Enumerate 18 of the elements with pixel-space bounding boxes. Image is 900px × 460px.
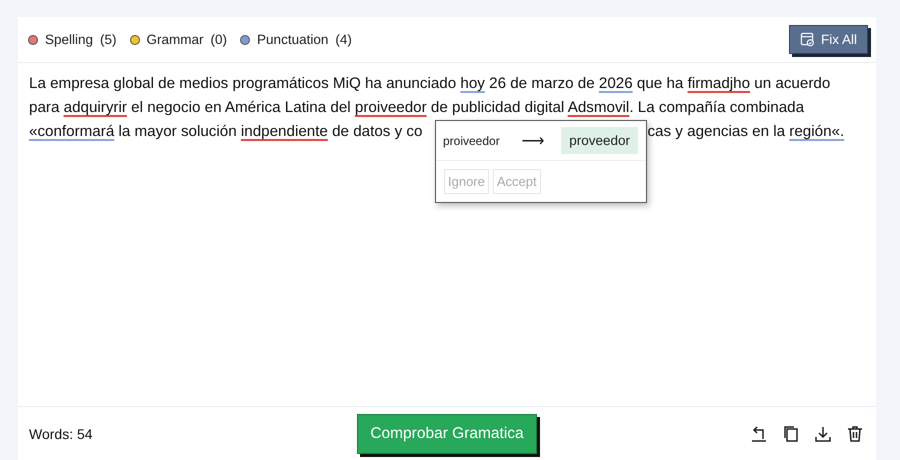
original-word: proiveedor bbox=[443, 134, 500, 148]
legend-label: Grammar bbox=[146, 32, 204, 47]
calendar-check-icon bbox=[800, 32, 815, 47]
arrow-glyph: ⟶ bbox=[522, 132, 545, 150]
undo-icon[interactable] bbox=[749, 424, 769, 444]
replacement-chip[interactable]: proveedor bbox=[561, 127, 638, 154]
text-line: cas y agencias en la región«. bbox=[647, 122, 844, 142]
text-line: «conformará la mayor solución indpendiente de datos y co bbox=[29, 122, 422, 142]
legend-count: (4) bbox=[335, 32, 352, 47]
legend-count: (5) bbox=[100, 32, 117, 47]
word-count: Words: 54 bbox=[29, 426, 94, 442]
legend-label: Spelling bbox=[45, 32, 94, 47]
legend-count: (0) bbox=[210, 32, 228, 47]
fix-all-button[interactable]: Fix All bbox=[788, 25, 868, 54]
delete-icon[interactable] bbox=[845, 424, 865, 444]
text-line: La empresa global de medios programáticos MiQ ha anunciado hoy 26 de marzo de 2026 que ha firmadjho un acuerdo bbox=[29, 74, 830, 94]
text-line: para adquiryrir el negocio en América Latina del proiveedor de publicidad digital Adsmovil. La compañía combinada bbox=[29, 98, 804, 118]
legend-label: Punctuation bbox=[257, 32, 328, 47]
